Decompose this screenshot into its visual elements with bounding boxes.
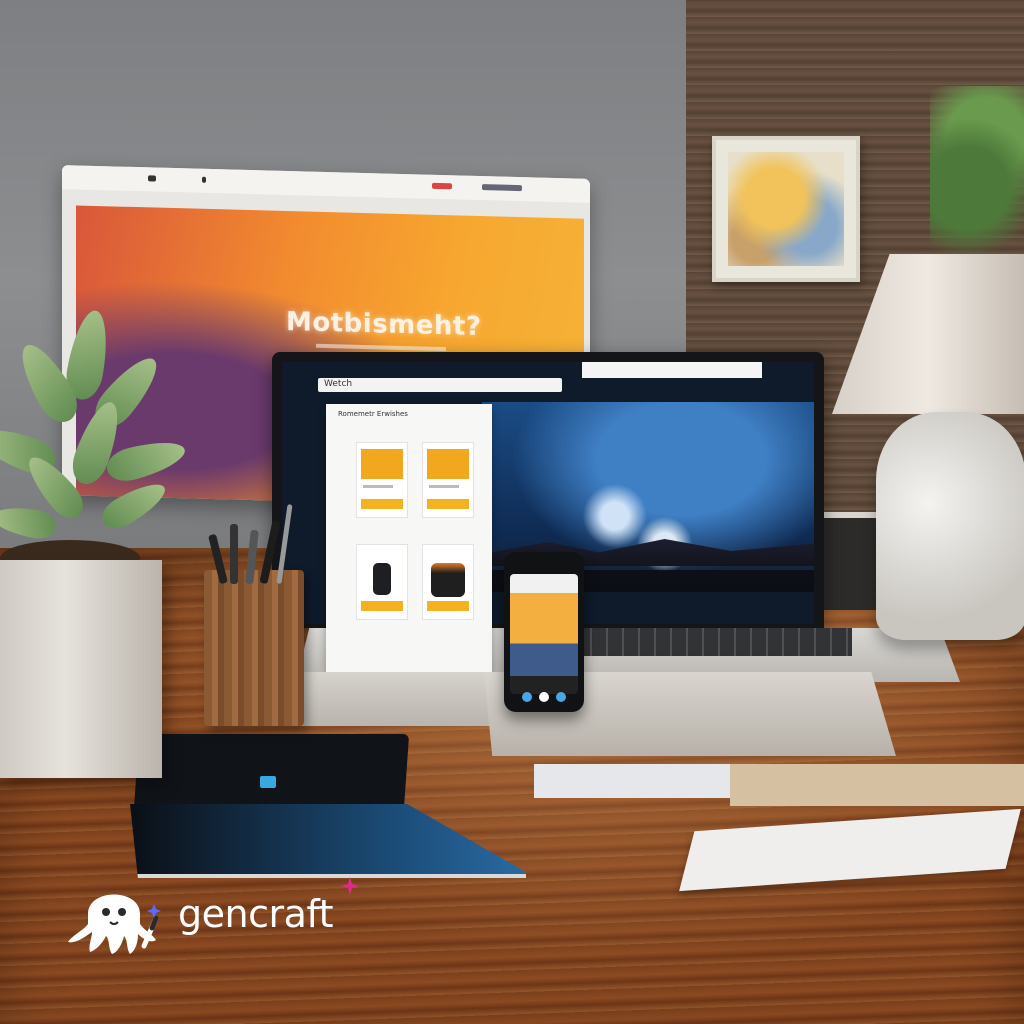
sparkle-icon <box>341 877 359 895</box>
product-listing-panel: Romemetr Erwishes <box>326 404 492 672</box>
product-card[interactable] <box>356 544 408 620</box>
panel-title: Romemetr Erwishes <box>338 410 408 418</box>
plant-pot <box>0 560 162 778</box>
laptop-stand-left <box>298 672 508 726</box>
product-card[interactable] <box>422 544 474 620</box>
smartphone <box>504 552 584 712</box>
tablet-clip <box>260 776 276 788</box>
paper-sheet <box>730 764 1024 806</box>
tablet-with-cover <box>130 734 528 878</box>
product-card[interactable] <box>356 442 408 518</box>
lamp-base <box>876 412 1024 640</box>
octopus-mascot-icon <box>68 894 161 954</box>
wall-picture <box>712 136 860 282</box>
laptop-address-bar[interactable]: Wetch <box>318 378 562 392</box>
product-card[interactable] <box>422 442 474 518</box>
phone-button-icon <box>522 692 532 702</box>
hero-subtitle-line <box>316 343 446 352</box>
succulent-plant <box>0 300 200 560</box>
paper-sheet <box>534 764 742 798</box>
phone-button-icon <box>539 692 549 702</box>
phone-screen <box>510 574 578 694</box>
phone-button-icon <box>556 692 566 702</box>
sparkle-icon <box>147 904 161 918</box>
watermark-brand-text: gencraft <box>178 892 334 936</box>
laptop-keyboard <box>576 628 852 656</box>
laptop-tab-strip <box>582 362 762 378</box>
hero-headline: Motbismeht? <box>286 306 482 343</box>
plant-on-lamp <box>930 86 1024 256</box>
gencraft-watermark: gencraft <box>66 874 366 958</box>
address-bar-text: Wetch <box>324 379 353 389</box>
pen-holder <box>204 504 304 726</box>
